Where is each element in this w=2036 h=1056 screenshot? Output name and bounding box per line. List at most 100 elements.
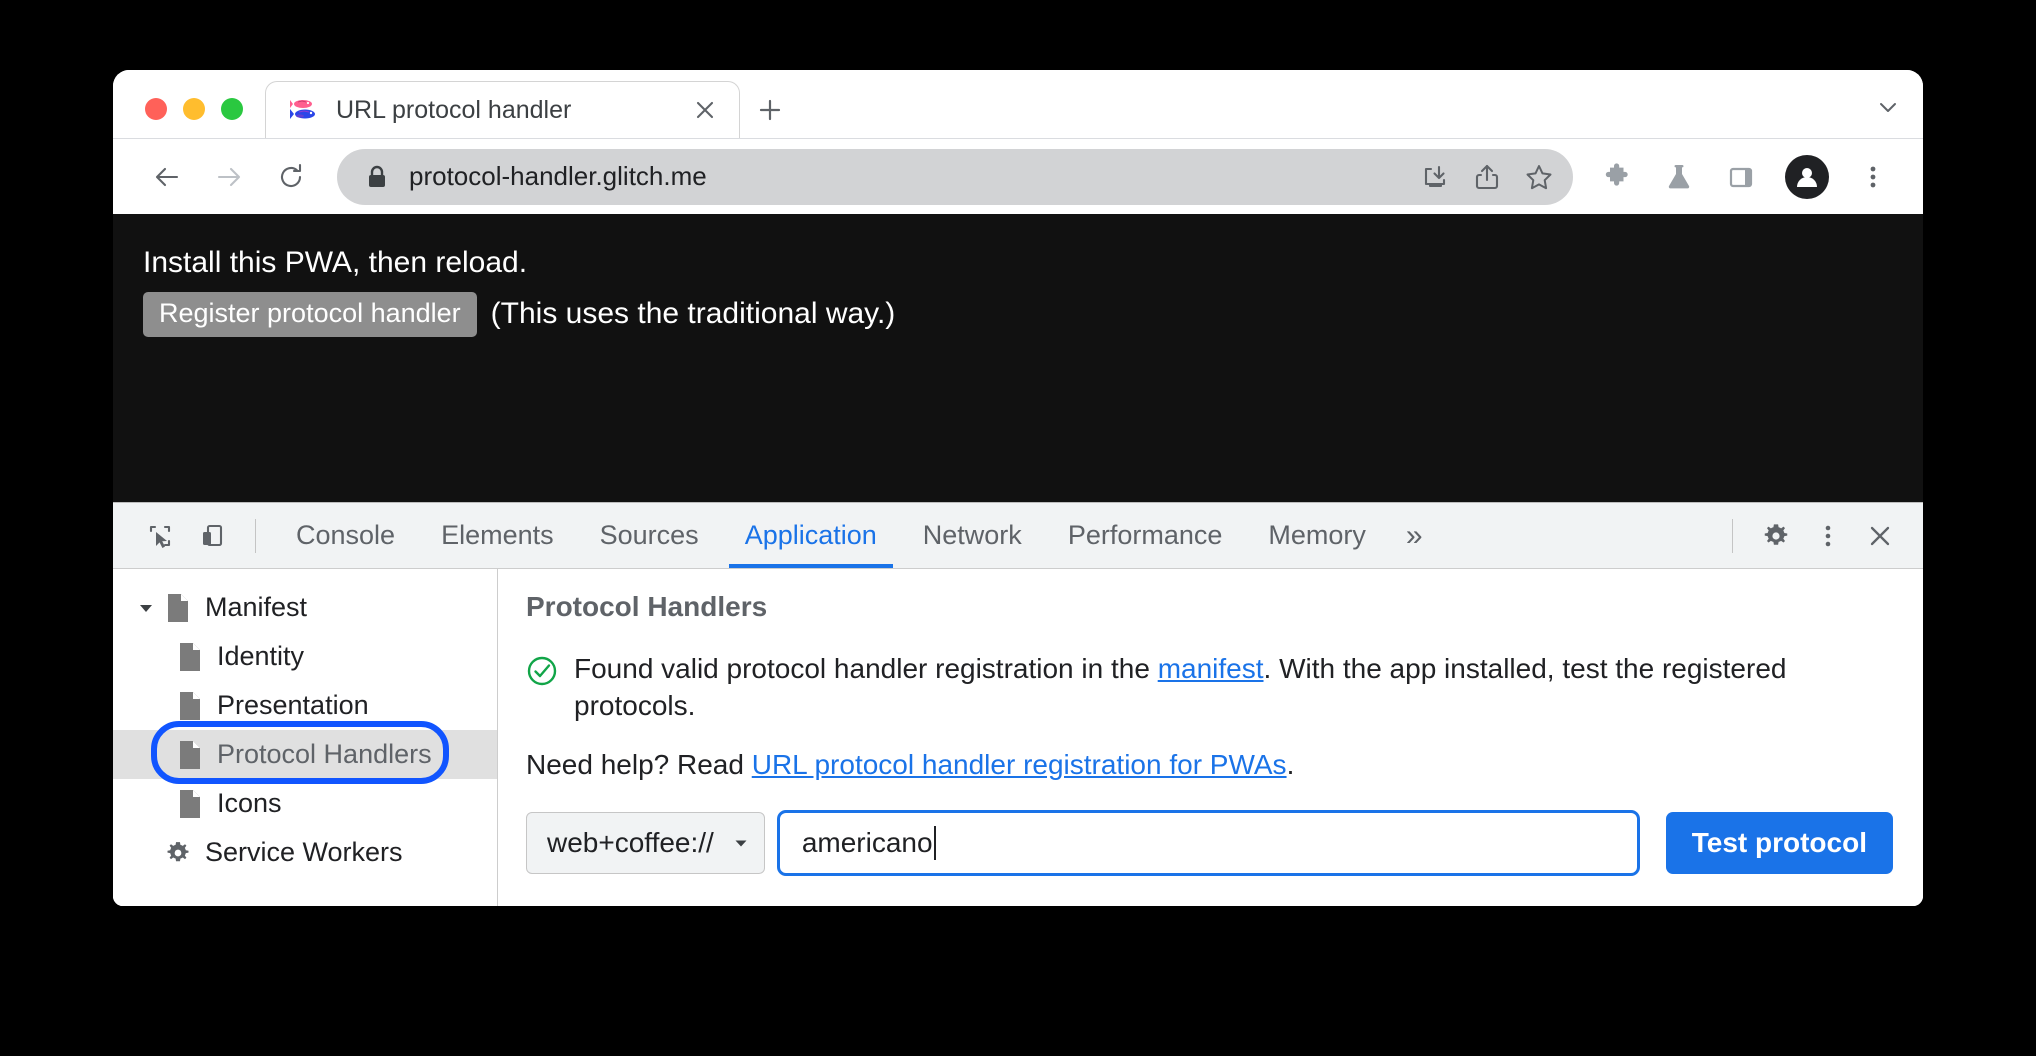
sidebar-item-label: Protocol Handlers bbox=[217, 739, 432, 769]
document-icon bbox=[173, 789, 207, 819]
star-icon bbox=[1526, 164, 1552, 189]
install-pwa-button[interactable] bbox=[1409, 151, 1461, 203]
pwa-docs-link[interactable]: URL protocol handler registration for PW… bbox=[752, 749, 1287, 780]
sidebar-item-identity[interactable]: Identity bbox=[113, 632, 497, 681]
gear-icon bbox=[1764, 523, 1788, 545]
text-cursor bbox=[933, 825, 936, 860]
forward-button[interactable] bbox=[201, 149, 257, 205]
sidebar-item-label: Identity bbox=[217, 641, 305, 671]
device-toolbar-button[interactable] bbox=[187, 511, 237, 561]
new-tab-button[interactable] bbox=[740, 81, 800, 138]
browser-menu-button[interactable] bbox=[1845, 149, 1901, 205]
three-dot-menu-icon bbox=[1825, 525, 1831, 546]
side-panel-button[interactable] bbox=[1713, 149, 1769, 205]
close-icon bbox=[1870, 526, 1890, 545]
extensions-button[interactable] bbox=[1589, 149, 1645, 205]
sidebar-item-label: Icons bbox=[217, 788, 282, 818]
profile-avatar[interactable] bbox=[1785, 154, 1829, 199]
status-message-text: Found valid protocol handler registratio… bbox=[574, 651, 1893, 725]
browser-window: URL protocol handler protocol-handler.gl… bbox=[113, 70, 1923, 906]
devtools-tab-application[interactable]: Application bbox=[723, 504, 899, 568]
devtools-tab-sources[interactable]: Sources bbox=[578, 504, 721, 568]
register-protocol-handler-button[interactable]: Register protocol handler bbox=[143, 291, 477, 337]
side-panel-icon bbox=[1729, 167, 1753, 187]
devtools-more-tabs-button[interactable]: » bbox=[1390, 504, 1439, 568]
scheme-select-value: web+coffee:// bbox=[547, 826, 714, 858]
screenshot-root: URL protocol handler protocol-handler.gl… bbox=[0, 0, 2036, 1056]
inspect-element-button[interactable] bbox=[135, 511, 185, 561]
help-message-part2: . bbox=[1286, 748, 1295, 780]
document-icon bbox=[173, 740, 207, 770]
panel-title: Protocol Handlers bbox=[526, 591, 768, 622]
sidebar-item-service-workers[interactable]: Service Workers bbox=[113, 828, 497, 877]
devtools-settings-button[interactable] bbox=[1751, 511, 1801, 561]
reload-button[interactable] bbox=[263, 149, 319, 205]
window-minimize-button[interactable] bbox=[183, 98, 205, 120]
tab-search-button[interactable] bbox=[1853, 81, 1923, 138]
manifest-link[interactable]: manifest bbox=[1158, 653, 1264, 684]
share-button[interactable] bbox=[1461, 151, 1513, 203]
chevron-down-icon bbox=[732, 834, 750, 852]
chevron-down-icon[interactable] bbox=[131, 599, 161, 617]
install-pwa-icon bbox=[1424, 165, 1446, 187]
sidebar-item-presentation[interactable]: Presentation bbox=[113, 681, 497, 730]
avatar-icon bbox=[1797, 167, 1817, 187]
window-close-button[interactable] bbox=[145, 98, 167, 120]
devtools-panel: Console Elements Sources Application Net… bbox=[113, 502, 1923, 906]
help-message: Need help? Read URL protocol handler reg… bbox=[526, 747, 1893, 784]
devtools-tab-performance[interactable]: Performance bbox=[1046, 504, 1245, 568]
glitch-fish-favicon bbox=[290, 97, 320, 123]
back-button[interactable] bbox=[139, 149, 195, 205]
address-bar[interactable]: protocol-handler.glitch.me bbox=[337, 148, 1573, 205]
help-message-part1: Need help? Read bbox=[526, 748, 752, 780]
sidebar-item-label: Manifest bbox=[205, 592, 308, 622]
experiments-button[interactable] bbox=[1651, 149, 1707, 205]
sidebar-item-manifest[interactable]: Manifest bbox=[113, 583, 497, 632]
page-action-row: Register protocol handler (This uses the… bbox=[143, 291, 1923, 337]
scheme-select[interactable]: web+coffee:// bbox=[526, 811, 765, 874]
protocol-url-input[interactable]: americano bbox=[776, 809, 1640, 876]
flask-icon bbox=[1668, 164, 1690, 188]
check-circle-icon bbox=[526, 655, 558, 692]
status-message: Found valid protocol handler registratio… bbox=[526, 651, 1893, 725]
devtools-tab-console[interactable]: Console bbox=[274, 504, 417, 568]
reload-icon bbox=[281, 163, 302, 187]
back-arrow-icon bbox=[155, 167, 179, 186]
tab-close-icon[interactable] bbox=[691, 96, 719, 124]
chevron-down-icon bbox=[1880, 102, 1896, 112]
sidebar-item-protocol-handlers[interactable]: Protocol Handlers bbox=[113, 721, 497, 784]
devtools-tab-elements[interactable]: Elements bbox=[419, 504, 576, 568]
status-message-part1: Found valid protocol handler registratio… bbox=[574, 653, 1158, 684]
devtools-menu-button[interactable] bbox=[1803, 511, 1853, 561]
tab-strip-drag-area bbox=[800, 81, 1853, 138]
bookmark-button[interactable] bbox=[1513, 151, 1565, 203]
devtools-close-button[interactable] bbox=[1855, 511, 1905, 561]
protocol-handlers-pane: Protocol Handlers Found valid protocol h… bbox=[498, 569, 1923, 906]
tab-strip: URL protocol handler bbox=[113, 70, 1923, 138]
forward-arrow-icon bbox=[217, 167, 241, 186]
gear-icon bbox=[161, 839, 195, 867]
inspect-element-icon bbox=[149, 525, 171, 548]
device-toolbar-icon bbox=[203, 524, 223, 546]
protocol-test-form: web+coffee:// americano Test protocol bbox=[526, 809, 1893, 876]
sidebar-item-label: Service Workers bbox=[205, 837, 403, 867]
sidebar-item-label: Presentation bbox=[217, 690, 369, 720]
document-icon bbox=[161, 593, 195, 623]
devtools-tab-network[interactable]: Network bbox=[901, 504, 1044, 568]
document-icon bbox=[173, 642, 207, 672]
application-sidebar: Manifest Identity Presentation Protocol … bbox=[113, 569, 498, 906]
share-icon bbox=[1475, 164, 1499, 189]
sidebar-item-icons[interactable]: Icons bbox=[113, 779, 497, 828]
protocol-url-value: americano bbox=[801, 826, 933, 858]
page-note: (This uses the traditional way.) bbox=[490, 297, 896, 331]
three-dot-menu-icon bbox=[1870, 166, 1876, 187]
page-heading: Install this PWA, then reload. bbox=[143, 246, 528, 279]
browser-toolbar: protocol-handler.glitch.me bbox=[113, 138, 1923, 214]
lock-icon bbox=[365, 164, 389, 190]
window-maximize-button[interactable] bbox=[221, 98, 243, 120]
browser-tab[interactable]: URL protocol handler bbox=[265, 81, 740, 138]
devtools-tab-bar: Console Elements Sources Application Net… bbox=[113, 503, 1923, 569]
test-protocol-button[interactable]: Test protocol bbox=[1665, 811, 1893, 874]
devtools-tab-memory[interactable]: Memory bbox=[1246, 504, 1388, 568]
address-bar-url: protocol-handler.glitch.me bbox=[409, 161, 707, 191]
